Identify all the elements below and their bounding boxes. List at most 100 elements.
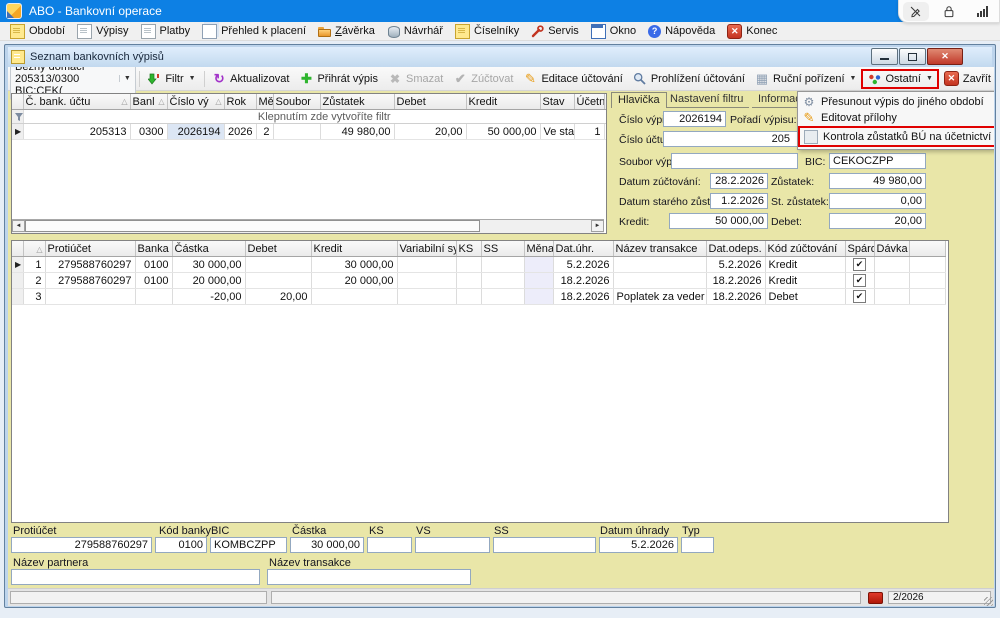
grid-cell[interactable]	[245, 273, 311, 289]
column-header[interactable]	[12, 241, 23, 257]
grid-cell[interactable]: 49 980,00	[320, 124, 394, 140]
column-header[interactable]: Dat.odeps.	[706, 241, 765, 257]
grid-cell[interactable]: -20,00	[172, 289, 245, 305]
close-window-button[interactable]: ✕ Zavřít	[939, 69, 994, 88]
grid-cell[interactable]: 279588760297	[45, 273, 135, 289]
grid-cell[interactable]: 279588760297	[45, 257, 135, 273]
menu-navrhar[interactable]: Návrhář	[381, 22, 449, 41]
column-header[interactable]: Dat.úhr.	[553, 241, 613, 257]
grid-cell[interactable]: Debet	[765, 289, 845, 305]
grid-cell[interactable]: ✔	[845, 257, 874, 273]
column-header[interactable]: Měna	[524, 241, 553, 257]
window-titlebar[interactable]: Seznam bankovních výpisů	[8, 47, 992, 67]
datum-uhrady-field[interactable]: 5.2.2026	[599, 537, 678, 553]
grid-cell[interactable]	[524, 289, 553, 305]
column-header[interactable]: Protiúčet	[45, 241, 135, 257]
grid-cell[interactable]: 20,00	[394, 124, 466, 140]
nazev-partnera-field[interactable]	[11, 569, 260, 585]
other-button[interactable]: Ostatní ▼	[861, 69, 938, 89]
column-header[interactable]: Banl△	[130, 94, 167, 110]
grid-cell[interactable]: ▶	[12, 257, 23, 273]
grid-cell[interactable]	[874, 257, 909, 273]
datum-zuctovani-field[interactable]: 28.2.2026	[710, 173, 768, 189]
typ-field[interactable]	[681, 537, 714, 553]
table-row[interactable]: 3-20,0020,0018.2.2026Poplatek za veder18…	[12, 289, 946, 305]
column-header[interactable]: Název transakce	[613, 241, 706, 257]
column-header[interactable]	[909, 241, 946, 257]
tab-hlavicka[interactable]: Hlavička	[611, 92, 667, 108]
menu-napoveda[interactable]: ?Nápověda	[642, 22, 721, 41]
menu-item-kontrola-zustatku[interactable]: Kontrola zůstatků BÚ na účetnictví	[798, 126, 994, 147]
grid-cell[interactable]	[909, 257, 946, 273]
grid-cell[interactable]	[456, 289, 481, 305]
column-header[interactable]	[12, 94, 23, 110]
grid-cell[interactable]: ✔	[845, 273, 874, 289]
settle-button[interactable]: ✔ Zúčtovat	[448, 70, 518, 88]
grid-cell[interactable]	[397, 257, 456, 273]
kredit-field[interactable]: 50 000,00	[669, 213, 768, 229]
scroll-left-icon[interactable]: ◄	[12, 220, 25, 232]
manual-entry-button[interactable]: ▦ Ruční pořízení ▼	[750, 70, 861, 88]
column-header[interactable]: Rok	[224, 94, 256, 110]
column-header[interactable]: Účetní	[574, 94, 604, 110]
grid-cell[interactable]: Poplatek za veder	[613, 289, 706, 305]
kod-banky-field[interactable]: 0100	[155, 537, 207, 553]
resize-grip[interactable]	[984, 597, 993, 606]
filter-button[interactable]: Filtr ▼	[142, 70, 200, 88]
table-row[interactable]: ▶205313030020261942026249 980,0020,0050 …	[12, 124, 607, 140]
grid-cell[interactable]: 1	[574, 124, 604, 140]
column-header[interactable]: △	[23, 241, 45, 257]
grid-cell[interactable]: 20 000,00	[172, 273, 245, 289]
st-zustatek-field[interactable]: 0,00	[829, 193, 926, 209]
cislo-vypisu-field[interactable]: 2026194	[663, 111, 726, 127]
grid-cell[interactable]: 2	[256, 124, 273, 140]
grid-cell[interactable]: 205313	[23, 124, 130, 140]
grid-cell[interactable]	[481, 289, 524, 305]
checkbox-checked-icon[interactable]: ✔	[853, 274, 866, 287]
grid-cell[interactable]: ✔	[845, 289, 874, 305]
menu-item-presunout-vypis[interactable]: ⚙ Přesunout výpis do jiného období	[798, 94, 994, 110]
ks-field[interactable]	[367, 537, 412, 553]
debet-field[interactable]: 20,00	[829, 213, 926, 229]
grid-cell[interactable]: 0100	[135, 257, 172, 273]
grid-cell[interactable]	[481, 273, 524, 289]
column-header[interactable]: SS	[481, 241, 524, 257]
minimize-button[interactable]	[871, 48, 898, 65]
grid-cell[interactable]: 20,00	[245, 289, 311, 305]
column-header[interactable]: Kredit	[311, 241, 397, 257]
protiucet-field[interactable]: 279588760297	[11, 537, 152, 553]
column-header[interactable]: KS	[456, 241, 481, 257]
grid-cell[interactable]	[456, 257, 481, 273]
column-header[interactable]: Částka	[172, 241, 245, 257]
delete-button[interactable]: ✖ Smazat	[383, 70, 448, 88]
bic-field[interactable]: CEKOCZPP	[829, 153, 926, 169]
grid-cell[interactable]	[613, 257, 706, 273]
refresh-button[interactable]: ↻ Aktualizovat	[207, 70, 294, 88]
vs-field[interactable]	[415, 537, 490, 553]
bic2-field[interactable]: KOMBCZPP	[210, 537, 287, 553]
grid-cell[interactable]	[604, 124, 607, 140]
restore-button[interactable]	[899, 48, 926, 65]
grid-cell[interactable]: ▶	[12, 124, 23, 140]
filter-hint[interactable]: Klepnutím zde vytvoříte filtr	[23, 110, 607, 124]
grid-cell[interactable]	[311, 289, 397, 305]
grid-cell[interactable]	[909, 289, 946, 305]
grid-cell[interactable]: 18.2.2026	[553, 289, 613, 305]
table-row[interactable]: ▶1279588760297010030 000,0030 000,005.2.…	[12, 257, 946, 273]
grid-cell[interactable]: Kredit	[765, 257, 845, 273]
grid-cell[interactable]	[613, 273, 706, 289]
ss-field[interactable]	[493, 537, 596, 553]
column-header[interactable]: Variabilní symt	[397, 241, 456, 257]
menu-konec[interactable]: ✕Konec	[721, 22, 783, 41]
grid-cell[interactable]: 50 000,00	[466, 124, 540, 140]
grid-cell[interactable]: 2026194	[167, 124, 224, 140]
menu-item-editovat-prilohy[interactable]: ✎ Editovat přílohy	[798, 110, 994, 126]
table-row[interactable]: 2279588760297010020 000,0020 000,0018.2.…	[12, 273, 946, 289]
grid-cell[interactable]	[481, 257, 524, 273]
column-header[interactable]: Soubor	[273, 94, 320, 110]
zustatek-field[interactable]: 49 980,00	[829, 173, 926, 189]
grid-cell[interactable]: 5.2.2026	[706, 257, 765, 273]
grid-cell[interactable]	[45, 289, 135, 305]
column-header[interactable]: Stav	[540, 94, 574, 110]
grid-cell[interactable]: 30 000,00	[311, 257, 397, 273]
